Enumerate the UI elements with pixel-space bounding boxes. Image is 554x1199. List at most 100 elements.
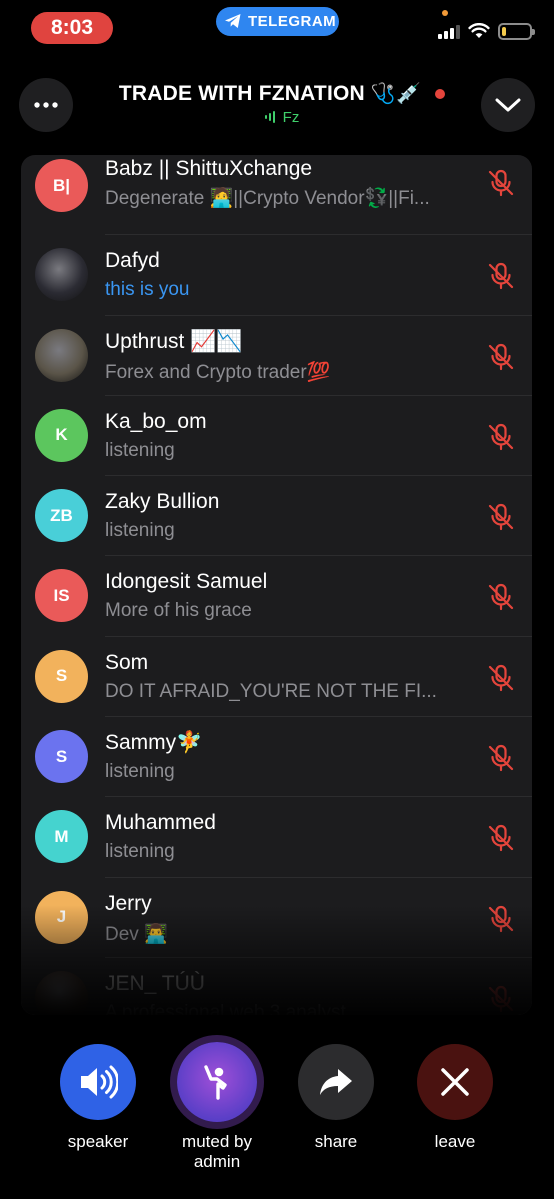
more-dots-icon: [34, 102, 58, 108]
avatar: [35, 328, 88, 382]
share-control: share: [276, 1040, 396, 1152]
avatar-initials: K: [55, 425, 68, 445]
chat-title: TRADE WITH FZNATION 🩺💉: [118, 81, 446, 106]
share-label: share: [314, 1132, 358, 1151]
mute-control: muted by admin: [157, 1040, 277, 1172]
participant-status: Degenerate 🧑‍💻||Crypto Vendor💱||Fi...: [105, 188, 430, 209]
speaker-control: speaker: [38, 1040, 158, 1152]
mic-off-icon: [486, 984, 516, 1014]
participant-status: listening: [105, 761, 175, 783]
mic-off-icon: [486, 582, 516, 612]
participant-name: Sammy🧚: [105, 731, 203, 755]
mic-off-icon: [486, 261, 516, 291]
participant-status: this is you: [105, 279, 190, 301]
mic-off-icon: [486, 168, 516, 198]
avatar: K: [35, 408, 88, 462]
chat-subtitle: Fz: [264, 108, 300, 126]
participant-name: Upthrust 📈📉: [105, 329, 243, 353]
mic-off-icon: [486, 743, 516, 773]
participant-status: More of his grace: [105, 600, 252, 622]
participant-name: Muhammed: [105, 811, 216, 835]
avatar-initials: B|: [52, 175, 71, 195]
call-controls: speaker muted by admin share leave: [0, 1040, 554, 1171]
participant-row[interactable]: J Jerry Dev 👨‍💻: [21, 878, 532, 958]
participant-name: Babz || ShittuXchange: [105, 157, 313, 180]
avatar-initials: IS: [53, 585, 70, 605]
status-bar: 8:03 TELEGRAM: [0, 0, 554, 56]
chat-subtitle-text: Fz: [282, 108, 300, 126]
chat-title-area: TRADE WITH FZNATION 🩺💉 Fz: [96, 81, 468, 126]
participant-status: DO IT AFRAID_YOU'RE NOT THE FI...: [105, 680, 437, 702]
avatar-initials: ZB: [50, 505, 73, 525]
participant-row[interactable]: JEN_ TÚÙ A professional web 3 analyst: [21, 958, 532, 1015]
participant-status: listening: [105, 520, 175, 542]
leave-control: leave: [395, 1040, 515, 1152]
close-icon: [441, 1068, 469, 1096]
mic-off-icon: [486, 422, 516, 452]
participant-row[interactable]: S Sammy🧚 listening: [21, 717, 532, 798]
mic-off-icon: [486, 342, 516, 372]
battery-icon: [498, 22, 535, 40]
avatar: [35, 248, 88, 302]
privacy-indicator-dot: [442, 10, 448, 16]
participant-status: Dev 👨‍💻: [105, 923, 168, 945]
avatar: IS: [35, 569, 88, 623]
mute-label: muted by admin: [182, 1132, 252, 1171]
cellular-signal-icon: [438, 23, 460, 39]
speaker-button[interactable]: [60, 1044, 136, 1120]
telegram-return-pill[interactable]: TELEGRAM: [216, 7, 339, 36]
mic-off-icon: [486, 502, 516, 532]
participant-row[interactable]: K Ka_bo_om listening: [21, 396, 532, 477]
share-button[interactable]: [298, 1044, 374, 1120]
wifi-icon: [468, 23, 490, 38]
leave-button[interactable]: [417, 1044, 493, 1120]
speaking-indicator-icon: [264, 111, 275, 123]
status-time[interactable]: 8:03: [31, 12, 113, 44]
chevron-down-icon: [495, 98, 521, 112]
avatar-initials: S: [55, 746, 68, 766]
participant-row[interactable]: IS Idongesit Samuel More of his grace: [21, 556, 532, 637]
avatar: B|: [35, 159, 88, 212]
participant-row[interactable]: ZB Zaky Bullion listening: [21, 476, 532, 557]
participants-list[interactable]: B| Babz || ShittuXchange Degenerate 🧑‍💻||C…: [21, 155, 532, 1015]
participant-row[interactable]: S Som DO IT AFRAID_YOU'RE NOT THE FI...: [21, 637, 532, 718]
chat-title-text: TRADE WITH FZNATION: [118, 81, 365, 105]
avatar-initials: J: [56, 907, 67, 927]
avatar: S: [35, 649, 88, 703]
avatar-initials: S: [55, 666, 68, 686]
telegram-icon: [225, 14, 241, 28]
participant-row[interactable]: B| Babz || ShittuXchange Degenerate 🧑‍💻||C…: [21, 155, 532, 236]
share-arrow-icon: [320, 1069, 352, 1095]
raise-hand-button[interactable]: [177, 1042, 257, 1122]
live-indicator-dot: [435, 88, 446, 99]
avatar: S: [35, 730, 88, 784]
participant-name: Dafyd: [105, 249, 160, 273]
speaker-icon: [81, 1065, 118, 1099]
participant-name: Idongesit Samuel: [105, 570, 268, 594]
leave-label: leave: [434, 1132, 476, 1151]
participant-name: JEN_ TÚÙ: [105, 971, 205, 995]
participant-name: Ka_bo_om: [105, 409, 207, 433]
voice-chat-header: TRADE WITH FZNATION 🩺💉 Fz: [0, 75, 554, 135]
participant-row[interactable]: M Muhammed listening: [21, 797, 532, 878]
participant-name: Som: [105, 650, 149, 674]
participant-status: listening: [105, 841, 175, 863]
participant-name: Zaky Bullion: [105, 490, 220, 514]
speaker-label: speaker: [67, 1132, 129, 1151]
avatar: M: [35, 810, 88, 864]
status-icons: [438, 20, 535, 42]
avatar: [35, 970, 88, 1015]
chat-title-emoji: 🩺💉: [370, 83, 422, 105]
mic-off-icon: [486, 823, 516, 853]
participant-status: Forex and Crypto trader💯: [105, 361, 331, 383]
participant-row[interactable]: Upthrust 📈📉 Forex and Crypto trader💯: [21, 316, 532, 396]
raise-hand-icon: [204, 1065, 227, 1100]
collapse-button[interactable]: [481, 78, 535, 132]
mic-off-icon: [486, 663, 516, 693]
more-options-button[interactable]: [19, 78, 73, 132]
avatar: ZB: [35, 489, 88, 543]
participant-status: A professional web 3 analyst: [105, 1001, 346, 1015]
participant-status: listening: [105, 439, 175, 461]
participant-row[interactable]: Dafyd this is you: [21, 235, 532, 316]
app-label: TELEGRAM: [248, 13, 337, 30]
